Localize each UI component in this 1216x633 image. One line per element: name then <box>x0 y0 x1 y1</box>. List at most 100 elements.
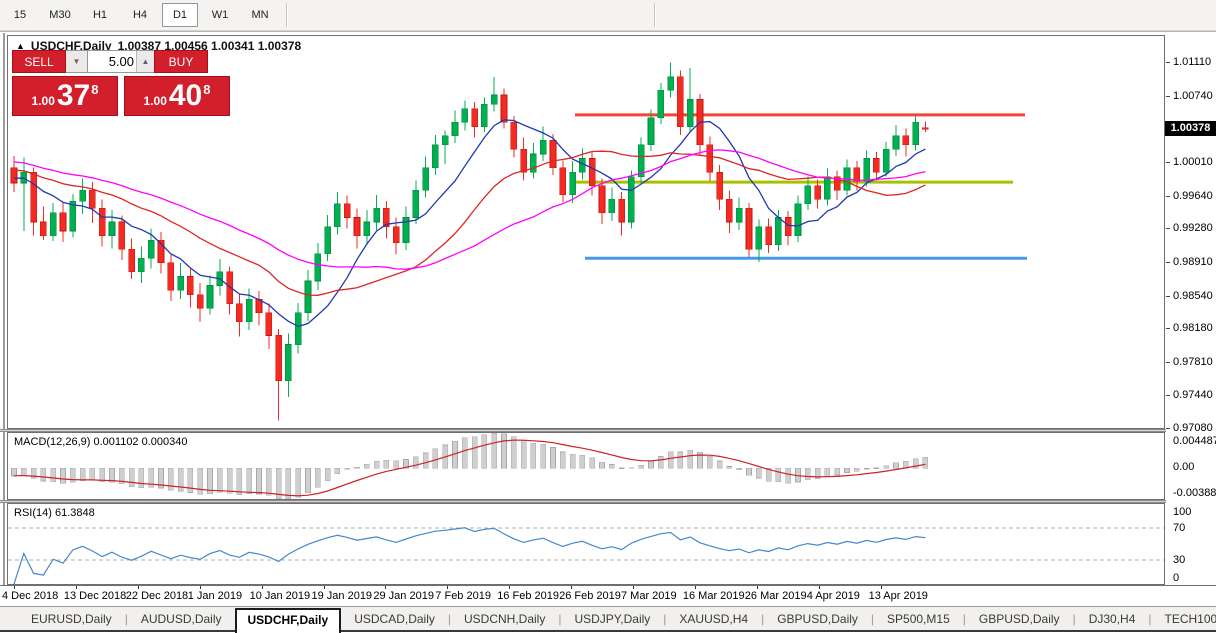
rsi-axis-label: 100 <box>1173 506 1191 518</box>
rsi-chart-svg <box>8 504 1164 584</box>
date-tick-mark <box>200 586 201 589</box>
volume-input[interactable] <box>88 53 136 70</box>
date-tick-label: 26 Feb 2019 <box>559 590 621 602</box>
timeframe-button-15[interactable]: 15 <box>2 3 38 27</box>
price-tick-label: 0.98180 <box>1173 322 1213 334</box>
date-tick-label: 10 Jan 2019 <box>250 590 311 602</box>
price-tick-mark <box>1166 162 1170 163</box>
price-tick-mark <box>1166 262 1170 263</box>
date-tick-label: 7 Feb 2019 <box>435 590 491 602</box>
date-tick-label: 1 Jan 2019 <box>188 590 242 602</box>
chart-tab-usdcnh-4[interactable]: USDCNH,Daily <box>451 609 558 629</box>
price-tick-mark <box>1166 228 1170 229</box>
sell-price-sup: 8 <box>91 82 98 97</box>
date-tick-mark <box>881 586 882 589</box>
price-tick-label: 0.99280 <box>1173 222 1213 234</box>
date-tick-label: 22 Dec 2018 <box>126 590 188 602</box>
date-tick-mark <box>262 586 263 589</box>
macd-axis-label: 0.00 <box>1173 461 1194 473</box>
toolbar-separator <box>286 3 288 27</box>
rsi-label: RSI(14) 61.3848 <box>14 507 95 519</box>
price-tick-mark <box>1166 362 1170 363</box>
price-tick-label: 0.98540 <box>1173 290 1213 302</box>
buy-price-sup: 8 <box>203 82 210 97</box>
volume-increase-button[interactable]: ▲ <box>136 51 154 72</box>
timeframe-button-mn[interactable]: MN <box>242 3 278 27</box>
date-tick-label: 7 Mar 2019 <box>621 590 677 602</box>
timeframe-button-h1[interactable]: H1 <box>82 3 118 27</box>
rsi-pane[interactable] <box>7 503 1165 585</box>
date-tick-label: 19 Jan 2019 <box>312 590 373 602</box>
date-tick-mark <box>819 586 820 589</box>
price-tick-mark <box>1166 296 1170 297</box>
window-left-border <box>3 33 5 605</box>
date-tick-label: 16 Mar 2019 <box>683 590 745 602</box>
volume-dropdown-button[interactable]: ▼ <box>66 50 88 73</box>
date-tick-mark <box>695 586 696 589</box>
toolbar-separator <box>654 3 656 27</box>
date-tick-mark <box>571 586 572 589</box>
sell-price-prefix: 1.00 <box>32 94 55 108</box>
date-tick-label: 29 Jan 2019 <box>373 590 434 602</box>
date-tick-label: 26 Mar 2019 <box>745 590 807 602</box>
price-tick-mark <box>1166 395 1170 396</box>
timeframe-button-d1[interactable]: D1 <box>162 3 198 27</box>
date-axis[interactable]: 4 Dec 201813 Dec 201822 Dec 20181 Jan 20… <box>0 585 1216 606</box>
price-tick-label: 0.98910 <box>1173 256 1213 268</box>
date-tick-mark <box>633 586 634 589</box>
current-price-tag: 1.00378 <box>1165 121 1216 136</box>
macd-label: MACD(12,26,9) 0.001102 0.000340 <box>14 436 187 448</box>
chart-tab-eurusd-0[interactable]: EURUSD,Daily <box>18 609 125 629</box>
price-tick-mark <box>1166 328 1170 329</box>
sell-price-button[interactable]: 1.00 37 8 <box>12 76 118 116</box>
date-tick-mark <box>324 586 325 589</box>
price-tick-label: 0.97810 <box>1173 356 1213 368</box>
price-tick-label: 0.99640 <box>1173 190 1213 202</box>
date-tick-mark <box>138 586 139 589</box>
buy-button[interactable]: BUY <box>154 50 208 73</box>
chart-tab-bar: EURUSD,Daily|AUDUSD,DailyUSDCHF,DailyUSD… <box>0 606 1216 632</box>
chart-tab-usdjpy-5[interactable]: USDJPY,Daily <box>561 609 663 629</box>
chart-tab-sp500-8[interactable]: SP500,M15 <box>874 609 963 629</box>
buy-price-big: 40 <box>169 81 202 111</box>
volume-field-wrap: ▲ <box>88 50 154 73</box>
rsi-axis-label: 0 <box>1173 572 1179 584</box>
chart-tab-xauusd-6[interactable]: XAUUSD,H4 <box>666 609 761 629</box>
chart-tab-dj30-10[interactable]: DJ30,H4 <box>1076 609 1149 629</box>
chart-tab-usdcad-3[interactable]: USDCAD,Daily <box>341 609 448 629</box>
chart-tab-usdchf-2[interactable]: USDCHF,Daily <box>235 608 342 633</box>
buy-price-button[interactable]: 1.00 40 8 <box>124 76 230 116</box>
date-tick-mark <box>757 586 758 589</box>
timeframe-button-h4[interactable]: H4 <box>122 3 158 27</box>
chart-tab-audusd-1[interactable]: AUDUSD,Daily <box>128 609 235 629</box>
price-tick-label: 0.97080 <box>1173 422 1213 434</box>
price-tick-mark <box>1166 96 1170 97</box>
price-tick-mark <box>1166 428 1170 429</box>
date-tick-mark <box>76 586 77 589</box>
rsi-line <box>14 528 925 584</box>
trade-panel-prices: 1.00 37 8 1.00 40 8 <box>12 76 230 116</box>
chart-tab-gbpusd-7[interactable]: GBPUSD,Daily <box>764 609 871 629</box>
date-tick-label: 4 Apr 2019 <box>807 590 860 602</box>
macd-axis-label: 0.004487 <box>1173 435 1216 447</box>
price-tick-mark <box>1166 196 1170 197</box>
one-click-trade-panel: SELL ▼ ▲ BUY 1.00 37 8 1.00 40 8 <box>12 50 230 116</box>
sell-button[interactable]: SELL <box>12 50 66 73</box>
buy-price-prefix: 1.00 <box>144 94 167 108</box>
price-axis[interactable]: 1.011101.007401.000100.996400.992800.989… <box>1166 33 1216 585</box>
chart-tab-gbpusd-9[interactable]: GBPUSD,Daily <box>966 609 1073 629</box>
date-tick-label: 13 Apr 2019 <box>869 590 928 602</box>
date-tick-mark <box>385 586 386 589</box>
rsi-axis-label: 70 <box>1173 522 1185 534</box>
timeframe-button-m30[interactable]: M30 <box>42 3 78 27</box>
macd-axis-label: -0.003883 <box>1173 487 1216 499</box>
date-tick-label: 13 Dec 2018 <box>64 590 126 602</box>
date-tick-mark <box>509 586 510 589</box>
timeframe-button-w1[interactable]: W1 <box>202 3 238 27</box>
price-tick-mark <box>1166 62 1170 63</box>
price-tick-label: 0.97440 <box>1173 389 1213 401</box>
chart-tab-tech100-11[interactable]: TECH100,H1 <box>1152 609 1216 629</box>
date-tick-mark <box>14 586 15 589</box>
price-tick-label: 1.01110 <box>1173 56 1211 68</box>
sell-price-big: 37 <box>57 81 90 111</box>
